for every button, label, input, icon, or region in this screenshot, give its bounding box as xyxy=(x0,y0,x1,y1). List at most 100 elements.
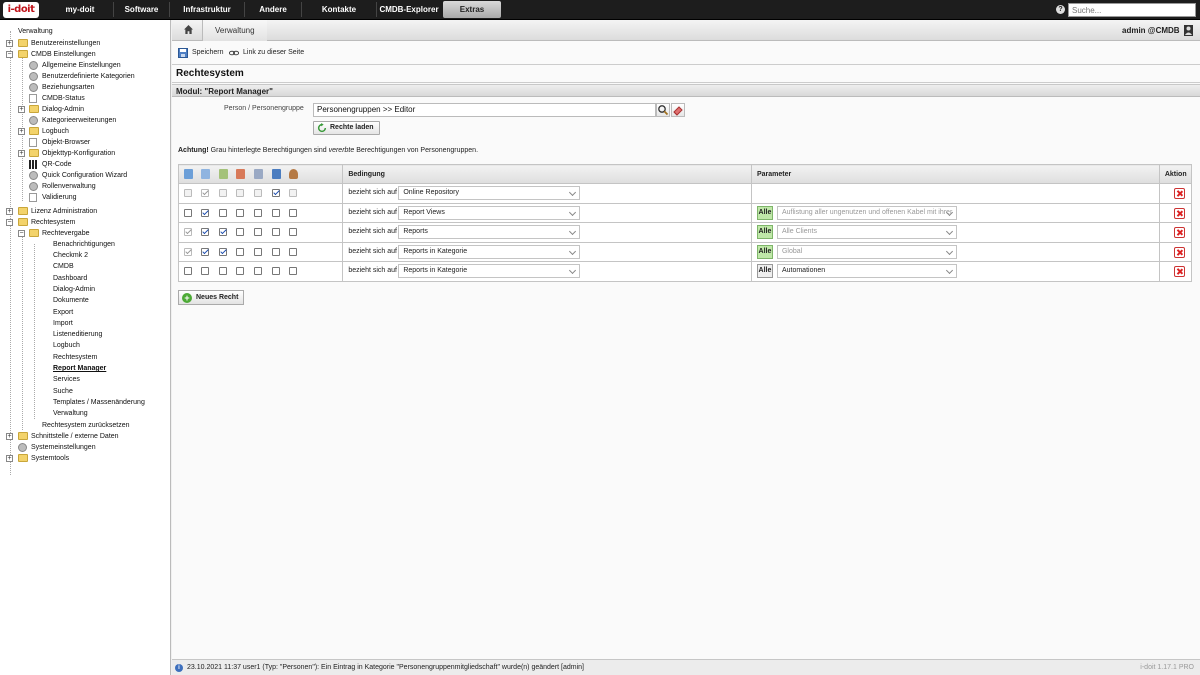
permission-checkbox[interactable] xyxy=(201,267,209,275)
permission-checkbox[interactable] xyxy=(201,247,209,256)
permission-checkbox[interactable] xyxy=(236,208,244,217)
permission-checkbox[interactable] xyxy=(272,189,280,197)
tree-item-dashboard[interactable]: Dashboard xyxy=(53,273,168,284)
page-link-button[interactable]: Link zu dieser Seite xyxy=(229,45,304,61)
user-icon[interactable] xyxy=(1184,25,1193,36)
tree-item-systemeinstellungen[interactable]: Systemeinstellungen xyxy=(31,442,161,453)
tree-item-systemtools[interactable]: Systemtools xyxy=(31,453,161,464)
parameter-select[interactable]: Global xyxy=(776,244,957,259)
condition-select[interactable]: Reports in Kategorie xyxy=(398,264,581,278)
search-input[interactable] xyxy=(1068,3,1196,17)
collapse-toggle-icon[interactable]: − xyxy=(6,219,13,226)
person-group-field[interactable]: Personengruppen >> Editor xyxy=(313,103,656,117)
permission-checkbox[interactable] xyxy=(272,228,280,236)
delete-row-button[interactable] xyxy=(1174,188,1186,199)
load-rights-button[interactable]: Rechte laden xyxy=(313,121,380,135)
nav-my-doit[interactable]: my-doit xyxy=(47,1,113,18)
permission-checkbox[interactable] xyxy=(289,267,297,275)
permission-checkbox[interactable] xyxy=(289,189,297,197)
tree-item-lizenz-administration[interactable]: Lizenz Administration xyxy=(31,206,161,217)
tree-item-objekttyp-konfiguration[interactable]: Objekttyp-Konfiguration xyxy=(42,148,167,159)
tree-item-objekt-browser[interactable]: Objekt-Browser xyxy=(42,137,167,148)
permission-checkbox[interactable] xyxy=(236,228,244,236)
expand-toggle-icon[interactable]: + xyxy=(18,150,25,157)
permission-checkbox[interactable] xyxy=(254,267,262,275)
tree-item-rollenverwaltung[interactable]: Rollenverwaltung xyxy=(42,181,167,192)
help-icon[interactable]: ? xyxy=(1056,5,1065,14)
delete-row-button[interactable] xyxy=(1174,246,1186,258)
expand-toggle-icon[interactable]: + xyxy=(6,208,13,215)
tree-item-listeneditierung[interactable]: Listeneditierung xyxy=(53,329,168,340)
collapse-toggle-icon[interactable]: − xyxy=(6,51,13,58)
tree-item-benachrichtigungen[interactable]: Benachrichtigungen xyxy=(53,239,168,250)
home-icon[interactable] xyxy=(184,25,193,34)
tree-item-templates-massenaenderung[interactable]: Templates / Massenänderung xyxy=(53,397,168,408)
parameter-select[interactable]: Alle Clients xyxy=(776,225,957,239)
tree-item-validierung[interactable]: Validierung xyxy=(42,192,167,203)
permission-checkbox[interactable] xyxy=(289,208,297,217)
permission-checkbox[interactable] xyxy=(184,208,192,217)
select-all-toggle[interactable]: Alle xyxy=(756,244,773,259)
tree-item-logbuch-rights[interactable]: Logbuch xyxy=(53,340,168,351)
permission-checkbox[interactable] xyxy=(201,228,209,236)
tree-item-checkmk-2[interactable]: Checkmk 2 xyxy=(53,250,168,261)
permission-checkbox[interactable] xyxy=(219,228,227,236)
i-doit-logo[interactable]: i-doit xyxy=(3,2,39,18)
nav-kontakte[interactable]: Kontakte xyxy=(302,1,376,18)
tree-item-benutzerdefinierte-kategorien[interactable]: Benutzerdefinierte Kategorien xyxy=(42,71,167,82)
tree-item-suche[interactable]: Suche xyxy=(53,386,168,397)
tree-item-benutzereinstellungen[interactable]: Benutzereinstellungen xyxy=(31,38,161,49)
condition-select[interactable]: Reports xyxy=(398,225,581,239)
select-all-toggle[interactable]: Alle xyxy=(756,225,773,239)
tree-item-report-manager[interactable]: Report Manager xyxy=(53,363,168,374)
expand-toggle-icon[interactable]: + xyxy=(18,128,25,135)
nav-andere[interactable]: Andere xyxy=(245,1,301,18)
permission-checkbox[interactable] xyxy=(219,247,227,256)
tree-item-cmdb-einstellungen[interactable]: CMDB Einstellungen xyxy=(31,49,161,60)
permission-checkbox[interactable] xyxy=(219,267,227,275)
logged-in-user[interactable]: admin @CMDB xyxy=(1122,20,1180,41)
search-person-button[interactable] xyxy=(656,103,670,117)
permission-checkbox[interactable] xyxy=(236,267,244,275)
nav-software[interactable]: Software xyxy=(114,1,169,18)
permission-checkbox[interactable] xyxy=(272,267,280,275)
permission-checkbox[interactable] xyxy=(236,189,244,197)
tree-item-kategorieerweiterungen[interactable]: Kategorieerweiterungen xyxy=(42,115,167,126)
nav-cmdb-explorer[interactable]: CMDB-Explorer xyxy=(377,1,441,18)
expand-toggle-icon[interactable]: + xyxy=(6,40,13,47)
permission-checkbox[interactable] xyxy=(201,189,209,197)
select-all-toggle[interactable]: Alle xyxy=(756,264,773,278)
permission-checkbox[interactable] xyxy=(254,208,262,217)
parameter-select[interactable]: Automationen xyxy=(776,264,957,278)
permission-checkbox[interactable] xyxy=(254,228,262,236)
tree-item-rechtevergabe[interactable]: Rechtevergabe xyxy=(42,228,167,239)
tree-item-qr-code[interactable]: QR-Code xyxy=(42,159,167,170)
condition-select[interactable]: Reports in Kategorie xyxy=(398,244,581,259)
permission-checkbox[interactable] xyxy=(184,267,192,275)
delete-row-button[interactable] xyxy=(1174,266,1186,277)
permission-checkbox[interactable] xyxy=(184,228,192,236)
tree-item-logbuch[interactable]: Logbuch xyxy=(42,126,167,137)
permission-checkbox[interactable] xyxy=(254,247,262,256)
tree-item-rechtesystem-zuruecksetzen[interactable]: Rechtesystem zurücksetzen xyxy=(42,420,167,431)
clear-person-button[interactable] xyxy=(671,103,685,117)
tree-item-import[interactable]: Import xyxy=(53,318,168,329)
tree-item-beziehungsarten[interactable]: Beziehungsarten xyxy=(42,82,167,93)
permission-checkbox[interactable] xyxy=(254,189,262,197)
permission-checkbox[interactable] xyxy=(272,208,280,217)
permission-checkbox[interactable] xyxy=(289,228,297,236)
tree-item-verwaltung[interactable]: Verwaltung xyxy=(8,26,168,37)
expand-toggle-icon[interactable]: + xyxy=(6,455,13,462)
tree-item-schnittstelle-externe-daten[interactable]: Schnittstelle / externe Daten xyxy=(31,431,161,442)
permission-checkbox[interactable] xyxy=(219,189,227,197)
tree-item-rechtesystem-rights[interactable]: Rechtesystem xyxy=(53,352,168,363)
tree-item-quick-configuration-wizard[interactable]: Quick Configuration Wizard xyxy=(42,170,167,181)
delete-row-button[interactable] xyxy=(1174,207,1186,219)
condition-select[interactable]: Online Repository xyxy=(398,186,581,200)
expand-toggle-icon[interactable]: + xyxy=(6,433,13,440)
tree-item-export[interactable]: Export xyxy=(53,307,168,318)
permission-checkbox[interactable] xyxy=(201,208,209,217)
permission-checkbox[interactable] xyxy=(184,247,192,256)
new-right-button[interactable]: + Neues Recht xyxy=(178,290,245,305)
breadcrumb-verwaltung[interactable]: Verwaltung xyxy=(202,20,267,41)
